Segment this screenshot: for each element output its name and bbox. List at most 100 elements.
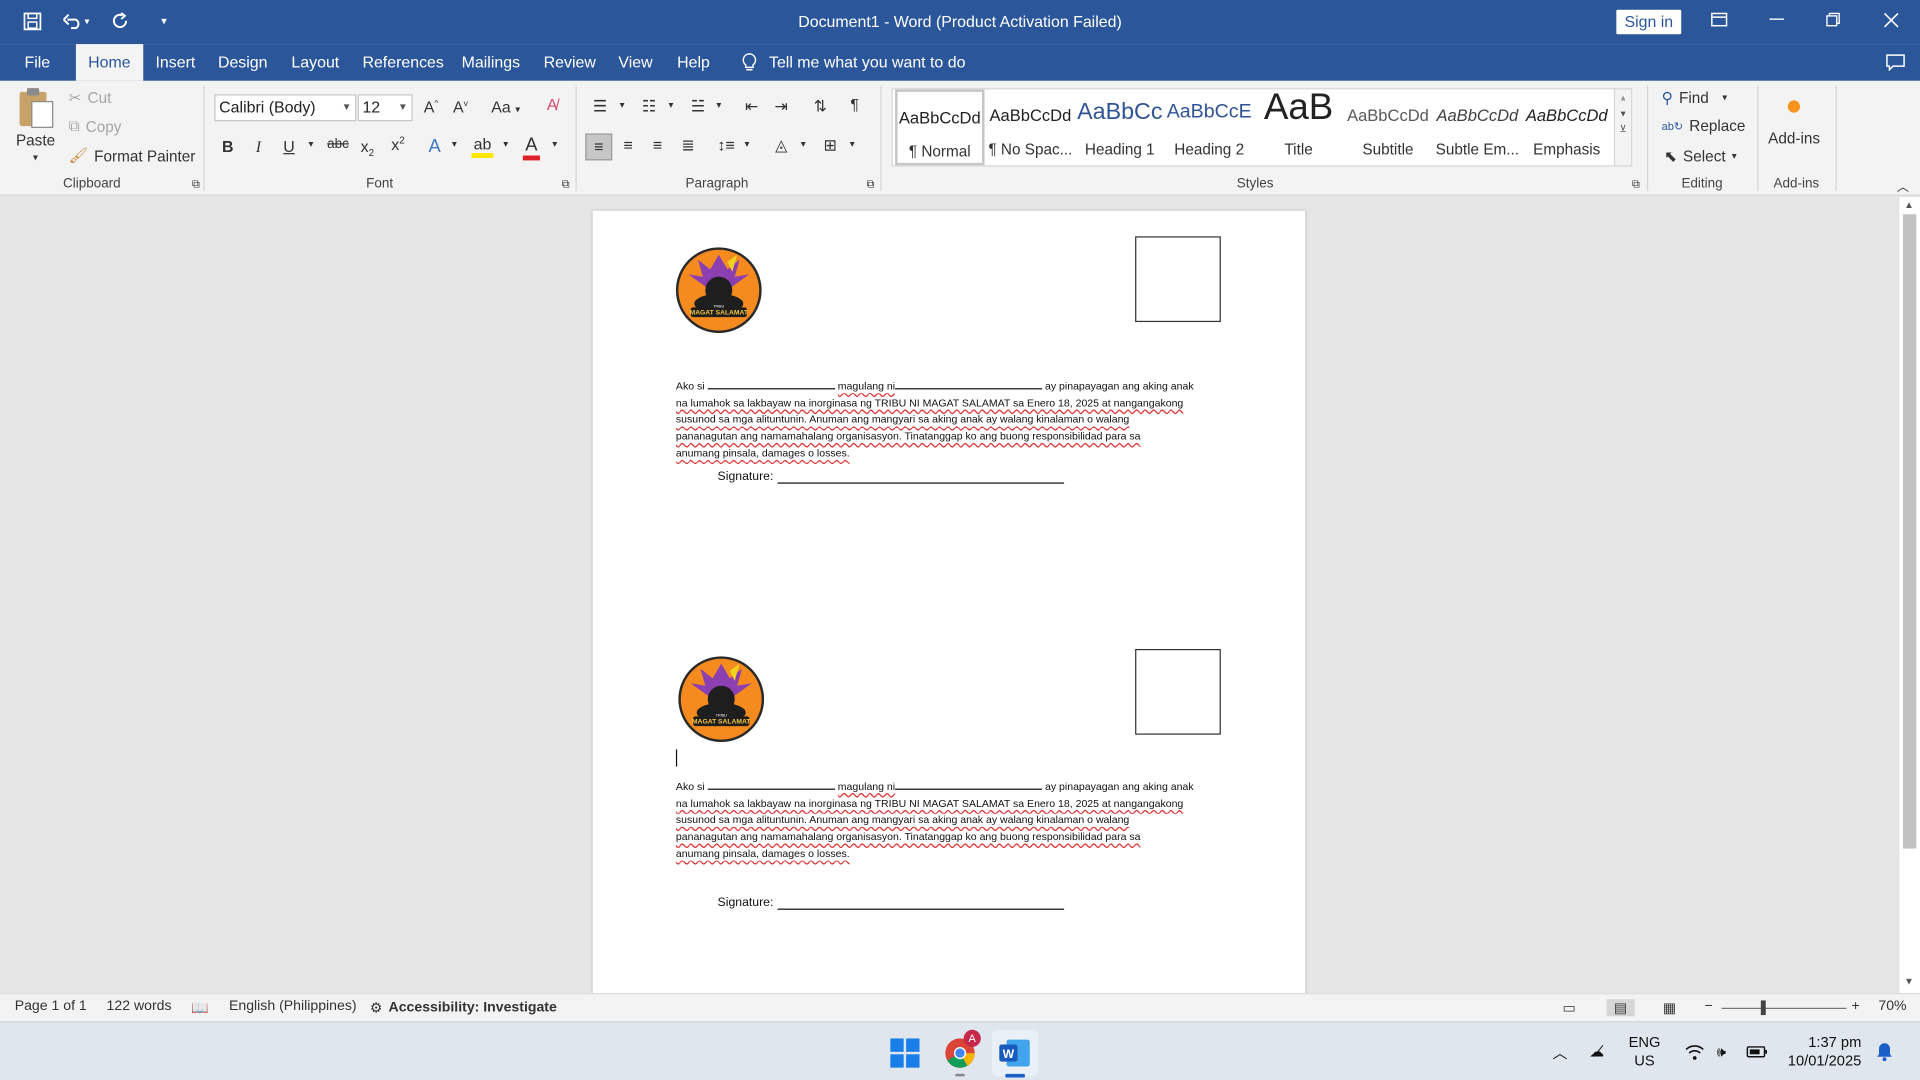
select-button[interactable]: ⬉ Select ▾ xyxy=(1664,147,1737,166)
style-normal[interactable]: AaBbCcDd ¶ Normal xyxy=(895,89,985,166)
gallery-more-icon[interactable]: ⊻ xyxy=(1615,124,1631,135)
font-launcher-icon[interactable]: ⧉ xyxy=(553,178,577,191)
accessibility-checker[interactable]: ⚙ Accessibility: Investigate xyxy=(370,999,557,1016)
shading-dropdown-icon[interactable]: ▾ xyxy=(791,138,815,149)
scroll-up-icon[interactable]: ▲ xyxy=(1904,200,1914,211)
style-title[interactable]: AaB Title xyxy=(1254,87,1343,165)
tab-file[interactable]: File xyxy=(12,44,62,81)
print-layout-icon[interactable]: ▤ xyxy=(1606,999,1635,1017)
font-color-icon[interactable]: A xyxy=(519,134,543,161)
align-center-icon[interactable]: ≡ xyxy=(616,136,640,154)
text-effects-dropdown-icon[interactable]: ▾ xyxy=(442,138,466,149)
collapse-ribbon-icon[interactable]: ︿ xyxy=(1891,176,1915,194)
styles-launcher-icon[interactable]: ⧉ xyxy=(1624,178,1648,191)
style-no-spacing[interactable]: AaBbCcDd ¶ No Spac... xyxy=(986,89,1075,165)
copy-button[interactable]: ⧉ Copy xyxy=(69,118,122,136)
tab-references[interactable]: References xyxy=(350,44,456,81)
battery-icon[interactable] xyxy=(1746,1022,1768,1080)
word-count[interactable]: 122 words xyxy=(107,999,172,1014)
underline-dropdown-icon[interactable]: ▾ xyxy=(299,138,323,149)
notification-bell-icon[interactable] xyxy=(1876,1022,1893,1080)
superscript-icon[interactable]: x2 xyxy=(386,135,410,154)
add-ins-button[interactable]: Add-ins xyxy=(1768,98,1820,147)
replace-button[interactable]: ab↻ Replace xyxy=(1662,118,1746,135)
change-case-button[interactable]: Aa ▾ xyxy=(485,98,527,116)
comments-icon[interactable] xyxy=(1873,44,1917,81)
align-left-icon[interactable]: ≡ xyxy=(585,133,613,161)
onedrive-offline-icon[interactable]: ☁̸ xyxy=(1589,1022,1604,1080)
multilevel-dropdown-icon[interactable]: ▾ xyxy=(707,99,731,110)
tab-home[interactable]: Home xyxy=(75,44,143,81)
document-page[interactable]: MAGAT SALAMAT TRIBU Ako si magulang ni a… xyxy=(592,210,1306,994)
style-heading-1[interactable]: AaBbCc Heading 1 xyxy=(1075,89,1164,165)
pilcrow-icon[interactable]: ¶ xyxy=(842,96,866,114)
tab-mailings[interactable]: Mailings xyxy=(449,44,532,81)
style-subtitle[interactable]: AaBbCcDd Subtitle xyxy=(1343,89,1432,165)
shading-icon[interactable]: ◬ xyxy=(769,136,793,156)
language-indicator[interactable]: English (Philippines) xyxy=(229,999,357,1014)
subscript-icon[interactable]: x2 xyxy=(355,137,379,159)
sort-icon[interactable]: ⇅ xyxy=(808,97,832,117)
zoom-out-icon[interactable]: − xyxy=(1705,999,1713,1014)
volume-icon[interactable]: 🕪 xyxy=(1717,1022,1726,1080)
style-heading-2[interactable]: AaBbCcE Heading 2 xyxy=(1164,89,1253,165)
wifi-icon[interactable] xyxy=(1685,1022,1705,1080)
windows-start-icon[interactable] xyxy=(882,1030,929,1077)
close-icon[interactable] xyxy=(1862,0,1918,39)
style-subtle-emphasis[interactable]: AaBbCcDd Subtle Em... xyxy=(1433,89,1522,165)
vertical-scrollbar[interactable]: ▲ ▼ xyxy=(1897,197,1920,994)
borders-icon[interactable]: ⊞ xyxy=(818,136,842,156)
grow-font-icon[interactable]: A^ xyxy=(419,98,443,116)
find-button[interactable]: ⚲ Find ▾ xyxy=(1662,88,1728,107)
format-painter-button[interactable]: 🖌 Format Painter xyxy=(69,147,196,165)
line-spacing-dropdown-icon[interactable]: ▾ xyxy=(735,138,759,149)
decrease-indent-icon[interactable]: ⇤ xyxy=(740,97,764,117)
highlight-icon[interactable]: ab xyxy=(470,134,494,158)
font-family-select[interactable]: Calibri (Body) ▼ xyxy=(214,94,357,122)
strikethrough-icon[interactable]: abc xyxy=(323,137,352,152)
zoom-slider[interactable] xyxy=(1721,1007,1847,1009)
restore-icon[interactable] xyxy=(1805,0,1861,39)
tab-design[interactable]: Design xyxy=(206,44,280,81)
highlight-dropdown-icon[interactable]: ▾ xyxy=(493,138,517,149)
tell-me-search[interactable]: Tell me what you want to do xyxy=(742,44,965,81)
font-size-select[interactable]: 12 ▼ xyxy=(357,94,413,122)
cut-button[interactable]: ✂ Cut xyxy=(69,88,112,107)
paragraph-launcher-icon[interactable]: ⧉ xyxy=(858,178,882,191)
justify-icon[interactable]: ≣ xyxy=(676,136,700,156)
input-language[interactable]: ENG US xyxy=(1629,1022,1661,1080)
numbering-icon[interactable]: ☷ xyxy=(637,97,661,117)
style-emphasis[interactable]: AaBbCcDd Emphasis xyxy=(1522,89,1611,165)
bullets-dropdown-icon[interactable]: ▾ xyxy=(610,99,634,110)
clock[interactable]: 1:37 pm 10/01/2025 xyxy=(1788,1022,1862,1080)
chevron-up-icon[interactable]: ▲ xyxy=(1615,94,1631,103)
bullets-icon[interactable]: ☰ xyxy=(588,97,612,117)
bold-icon[interactable]: B xyxy=(216,137,240,155)
borders-dropdown-icon[interactable]: ▾ xyxy=(840,138,864,149)
styles-gallery-scroll[interactable]: ▲ ▼ ⊻ xyxy=(1613,88,1633,167)
font-color-dropdown-icon[interactable]: ▾ xyxy=(542,138,566,149)
page-count[interactable]: Page 1 of 1 xyxy=(15,999,87,1014)
chrome-icon[interactable]: A xyxy=(937,1029,984,1077)
shrink-font-icon[interactable]: Av xyxy=(448,98,472,116)
underline-icon[interactable]: U xyxy=(277,137,301,155)
scrollbar-thumb[interactable] xyxy=(1902,214,1917,849)
tab-layout[interactable]: Layout xyxy=(279,44,351,81)
zoom-level[interactable]: 70% xyxy=(1878,999,1906,1014)
sign-in-button[interactable]: Sign in xyxy=(1616,9,1682,35)
tab-review[interactable]: Review xyxy=(531,44,608,81)
minimize-icon[interactable] xyxy=(1749,0,1805,39)
increase-indent-icon[interactable]: ⇥ xyxy=(769,97,793,117)
show-hidden-icons[interactable]: ︿ xyxy=(1553,1022,1568,1080)
word-taskbar-icon[interactable]: W xyxy=(991,1029,1039,1078)
zoom-in-icon[interactable]: + xyxy=(1851,999,1859,1014)
paste-button[interactable]: Paste ▾ xyxy=(15,86,57,163)
tab-help[interactable]: Help xyxy=(665,44,722,81)
clear-formatting-icon[interactable]: A̸ xyxy=(540,96,564,114)
ribbon-display-options-icon[interactable] xyxy=(1691,0,1747,39)
scroll-down-icon[interactable]: ▼ xyxy=(1904,976,1914,987)
italic-icon[interactable]: I xyxy=(246,137,270,157)
tab-insert[interactable]: Insert xyxy=(143,44,207,81)
proofing-icon[interactable]: 📖 xyxy=(191,999,209,1017)
web-layout-icon[interactable]: ▦ xyxy=(1663,999,1676,1017)
